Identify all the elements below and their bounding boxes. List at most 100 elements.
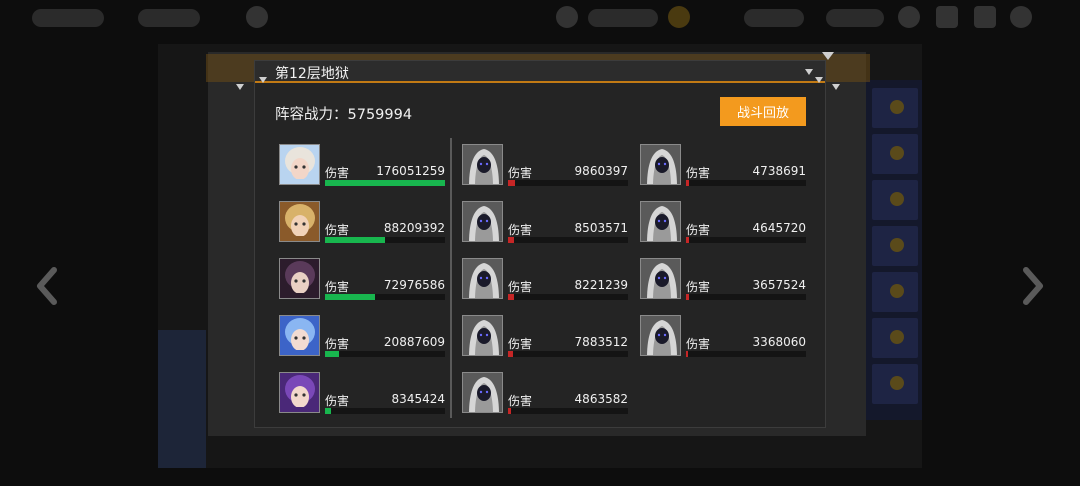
background-chip	[32, 9, 104, 27]
team-power-label: 阵容战力：5759994	[275, 107, 413, 123]
damage-label: 伤害	[325, 394, 350, 408]
chevron-left-icon[interactable]	[28, 264, 68, 308]
background-icon	[1010, 6, 1032, 28]
background-strip	[158, 330, 206, 468]
hooded-enemy-icon[interactable]	[462, 201, 503, 242]
damage-value: 72976586	[383, 278, 445, 292]
background-chip	[588, 9, 658, 27]
enemy-damage-row[interactable]: 伤害 4738691	[640, 144, 806, 187]
corner-marker-icon	[832, 84, 840, 90]
enemy-damage-row[interactable]: 伤害 8503571	[462, 201, 628, 244]
enemy-damage-row[interactable]: 伤害 7883512	[462, 315, 628, 358]
hero-damage-row[interactable]: 伤害 176051259	[279, 144, 445, 187]
corner-marker-icon	[236, 84, 244, 90]
damage-label: 伤害	[508, 394, 533, 408]
damage-label: 伤害	[508, 337, 533, 351]
battle-result-modal: 第12层地狱 阵容战力：5759994 战斗回放 伤害 176051259 伤害 88…	[254, 60, 826, 428]
enemy-damage-row[interactable]: 伤害 9860397	[462, 144, 628, 187]
damage-bar-fill	[325, 180, 445, 186]
enemy-damage-row[interactable]: 伤害 4863582	[462, 372, 628, 415]
damage-value: 8503571	[574, 221, 628, 235]
damage-bar	[508, 408, 628, 414]
hooded-enemy-icon[interactable]	[640, 201, 681, 242]
chevron-right-icon[interactable]	[1012, 264, 1052, 308]
hero-damage-row[interactable]: 伤害 8345424	[279, 372, 445, 415]
damage-bar	[325, 351, 445, 357]
hooded-enemy-icon[interactable]	[640, 258, 681, 299]
damage-bar	[325, 408, 445, 414]
modal-title: 第12层地狱	[275, 66, 349, 82]
enemy-damage-row[interactable]: 伤害 8221239	[462, 258, 628, 301]
background-coin-icon	[668, 6, 690, 28]
damage-value: 20887609	[383, 335, 445, 349]
corner-marker-icon	[259, 77, 267, 83]
background-row	[872, 134, 918, 174]
damage-value: 176051259	[376, 164, 445, 178]
damage-bar	[325, 237, 445, 243]
background-icon	[556, 6, 578, 28]
damage-bar	[686, 351, 806, 357]
hero-portrait-icon[interactable]	[279, 315, 320, 356]
hero-damage-row[interactable]: 伤害 72976586	[279, 258, 445, 301]
hooded-enemy-icon[interactable]	[462, 315, 503, 356]
damage-bar	[686, 294, 806, 300]
damage-bar-fill	[325, 408, 331, 414]
damage-label: 伤害	[325, 337, 350, 351]
damage-label: 伤害	[686, 337, 711, 351]
damage-value: 4863582	[574, 392, 628, 406]
battle-replay-button[interactable]: 战斗回放	[720, 97, 806, 126]
enemy-damage-row[interactable]: 伤害 3657524	[640, 258, 806, 301]
damage-bar-fill	[686, 351, 688, 357]
background-row	[872, 272, 918, 312]
damage-bar-fill	[508, 408, 511, 414]
damage-value: 4738691	[752, 164, 806, 178]
damage-bar	[508, 294, 628, 300]
hero-portrait-icon[interactable]	[279, 258, 320, 299]
background-row	[872, 364, 918, 404]
hooded-enemy-icon[interactable]	[462, 258, 503, 299]
damage-value: 4645720	[752, 221, 806, 235]
damage-label: 伤害	[508, 166, 533, 180]
damage-bar	[325, 180, 445, 186]
enemy-damage-row[interactable]: 伤害 3368060	[640, 315, 806, 358]
damage-bar-fill	[686, 180, 689, 186]
damage-bar-fill	[325, 294, 375, 300]
hooded-enemy-icon[interactable]	[462, 372, 503, 413]
column-divider	[450, 138, 452, 418]
background-icon	[246, 6, 268, 28]
damage-value: 3368060	[752, 335, 806, 349]
enemy-damage-row[interactable]: 伤害 4645720	[640, 201, 806, 244]
damage-label: 伤害	[325, 280, 350, 294]
damage-label: 伤害	[686, 223, 711, 237]
damage-bar-fill	[325, 351, 339, 357]
damage-bar-fill	[508, 180, 515, 186]
hero-portrait-icon[interactable]	[279, 372, 320, 413]
modal-header: 第12层地狱	[255, 61, 825, 83]
hooded-enemy-icon[interactable]	[640, 144, 681, 185]
damage-value: 88209392	[383, 221, 445, 235]
hero-damage-row[interactable]: 伤害 20887609	[279, 315, 445, 358]
hero-portrait-icon[interactable]	[279, 201, 320, 242]
background-row	[872, 88, 918, 128]
damage-bar	[508, 351, 628, 357]
damage-label: 伤害	[508, 280, 533, 294]
damage-label: 伤害	[686, 166, 711, 180]
damage-bar-fill	[686, 237, 689, 243]
hooded-enemy-icon[interactable]	[462, 144, 503, 185]
background-icon	[936, 6, 958, 28]
damage-bar	[325, 294, 445, 300]
background-icon	[898, 6, 920, 28]
damage-bar	[686, 237, 806, 243]
damage-label: 伤害	[508, 223, 533, 237]
damage-value: 9860397	[574, 164, 628, 178]
damage-bar-fill	[508, 237, 514, 243]
damage-value: 7883512	[574, 335, 628, 349]
background-chip	[826, 9, 884, 27]
hero-damage-row[interactable]: 伤害 88209392	[279, 201, 445, 244]
corner-marker-icon	[822, 52, 834, 60]
background-row	[872, 226, 918, 266]
corner-marker-icon	[815, 77, 823, 83]
hooded-enemy-icon[interactable]	[640, 315, 681, 356]
hero-portrait-icon[interactable]	[279, 144, 320, 185]
background-row	[872, 318, 918, 358]
